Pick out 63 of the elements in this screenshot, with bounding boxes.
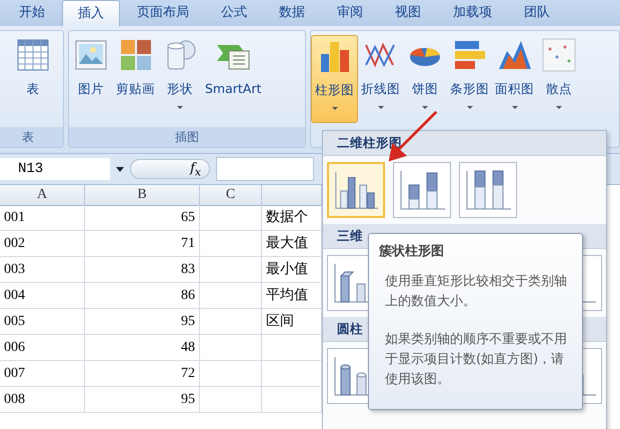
table-cell: 71 xyxy=(85,231,200,257)
tooltip-title: 簇状柱形图 xyxy=(379,243,445,260)
ribbon-button[interactable]: 形状 xyxy=(158,35,202,123)
table-cell xyxy=(200,205,262,231)
ribbon-button[interactable]: 图片 xyxy=(69,35,113,123)
function-button[interactable]: f$_{x}$ xyxy=(130,159,210,179)
group-label: 插图 xyxy=(69,127,305,147)
table-cell xyxy=(200,387,262,413)
table-cell: 003 xyxy=(0,257,85,283)
ribbon-button[interactable]: 折线图 xyxy=(358,35,403,123)
table-icon xyxy=(15,37,51,73)
table-cell: 001 xyxy=(0,205,85,231)
ribbon-tab[interactable]: 插入 xyxy=(62,0,120,26)
ribbon-button[interactable]: SmartArt xyxy=(202,35,264,123)
chart-type-option[interactable] xyxy=(393,162,451,218)
table-cell xyxy=(200,309,262,335)
ribbon-button[interactable]: 条形图 xyxy=(447,35,492,123)
ribbon-tab[interactable]: 数据 xyxy=(264,0,320,26)
table-cell: 008 xyxy=(0,387,85,413)
formula-field[interactable] xyxy=(216,157,314,181)
column-header[interactable]: B xyxy=(85,185,200,206)
column-header[interactable]: C xyxy=(200,185,262,206)
ribbon-button[interactable]: 散点 xyxy=(537,35,581,123)
ribbon-tab[interactable]: 视图 xyxy=(380,0,436,26)
name-box[interactable]: N13 xyxy=(0,158,110,180)
section-title: 三维 xyxy=(337,228,363,243)
ribbon-button[interactable]: 表 xyxy=(11,35,55,123)
table-cell xyxy=(200,231,262,257)
table-cell xyxy=(200,361,262,387)
scatter-icon xyxy=(541,37,577,73)
ribbon-tab[interactable]: 开始 xyxy=(4,0,60,26)
table-cell: 95 xyxy=(85,309,200,335)
table-cell: 95 xyxy=(85,387,200,413)
table-cell: 006 xyxy=(0,335,85,361)
section-title: 圆柱 xyxy=(337,321,363,336)
ribbon-tab[interactable]: 审阅 xyxy=(322,0,378,26)
table-cell: 005 xyxy=(0,309,85,335)
chart-type-option[interactable] xyxy=(459,162,517,218)
ribbon-tab[interactable]: 页面布局 xyxy=(122,0,204,26)
ribbon-button[interactable]: 柱形图 xyxy=(311,35,358,123)
table-cell xyxy=(200,257,262,283)
table-cell xyxy=(200,283,262,309)
table-cell: 86 xyxy=(85,283,200,309)
table-cell: 65 xyxy=(85,205,200,231)
table-cell: 002 xyxy=(0,231,85,257)
ribbon-tab[interactable]: 公式 xyxy=(206,0,262,26)
table-cell: 007 xyxy=(0,361,85,387)
tooltip-text: 如果类别轴的顺序不重要或不用于显示项目计数(如直方图)，请使用该图。 xyxy=(385,331,568,389)
caret-icon[interactable] xyxy=(116,166,124,172)
group-label: 表 xyxy=(0,127,63,147)
ribbon-tab[interactable]: 团队 xyxy=(509,0,565,26)
table-cell: 83 xyxy=(85,257,200,283)
ribbon-tab[interactable]: 加载项 xyxy=(438,0,507,26)
table-cell: 72 xyxy=(85,361,200,387)
chart-type-option[interactable] xyxy=(327,162,385,218)
table-cell: 004 xyxy=(0,283,85,309)
ribbon-button[interactable]: 面积图 xyxy=(492,35,537,123)
table-cell xyxy=(200,335,262,361)
ribbon-button[interactable]: 剪贴画 xyxy=(113,35,158,123)
column-header[interactable]: A xyxy=(0,185,85,206)
table-cell: 48 xyxy=(85,335,200,361)
ribbon-button[interactable]: 饼图 xyxy=(403,35,447,123)
tooltip-text: 使用垂直矩形比较相交于类别轴上的数值大小。 xyxy=(385,273,568,311)
